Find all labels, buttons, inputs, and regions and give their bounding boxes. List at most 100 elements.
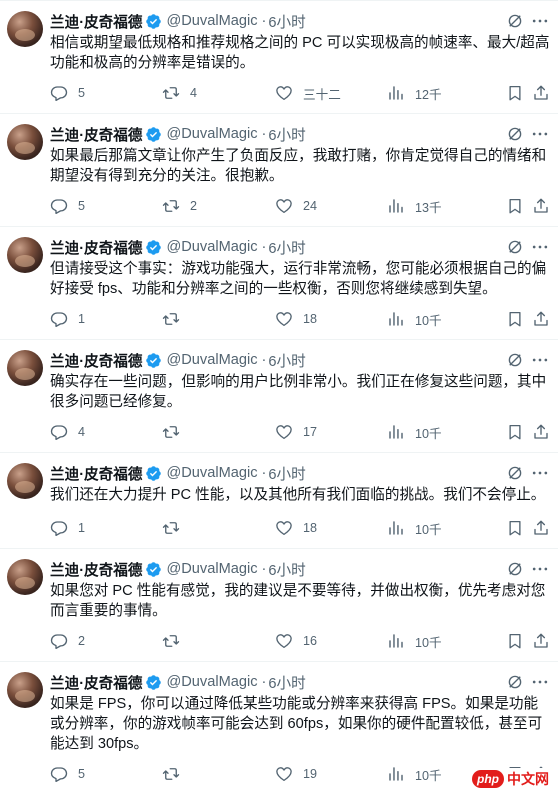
reply-count: 2 [78,634,86,648]
reply-button[interactable]: 5 [50,196,85,216]
tweet-time[interactable]: 6小时 [268,463,305,484]
avatar[interactable] [7,350,43,386]
grok-icon[interactable] [506,351,524,369]
author-name[interactable]: 兰迪·皮奇福德 [50,559,142,580]
tweet-time[interactable]: 6小时 [268,124,305,145]
views-button[interactable]: 10千 [387,309,442,329]
retweet-button[interactable]: 2 [162,196,197,216]
author-name[interactable]: 兰迪·皮奇福德 [50,124,142,145]
bookmark-button[interactable] [506,309,524,329]
more-icon[interactable] [530,463,550,483]
reply-button[interactable]: 1 [50,518,85,538]
tweet[interactable]: 兰迪·皮奇福德 @DuvalMagic · 6小时 相信或期望最低规格和推荐规格之间的 … [0,0,558,114]
author-name[interactable]: 兰迪·皮奇福德 [50,672,142,693]
bookmark-button[interactable] [506,422,524,442]
more-icon[interactable] [530,124,550,144]
author-handle[interactable]: @DuvalMagic [166,465,257,481]
tweet-time[interactable]: 6小时 [268,11,305,32]
like-button[interactable]: 24 [275,196,317,216]
author-name[interactable]: 兰迪·皮奇福德 [50,463,142,484]
avatar[interactable] [7,11,43,47]
tweet-time[interactable]: 6小时 [268,672,305,693]
like-button[interactable]: 三十二 [275,83,341,103]
bookmark-button[interactable] [506,196,524,216]
views-button[interactable]: 10千 [387,518,442,538]
share-button[interactable] [532,83,550,103]
views-button[interactable]: 10千 [387,422,442,442]
author-handle[interactable]: @DuvalMagic [166,13,257,29]
more-icon[interactable] [530,237,550,257]
more-icon[interactable] [530,672,550,692]
tweet-time[interactable]: 6小时 [268,237,305,258]
author-handle[interactable]: @DuvalMagic [166,561,257,577]
like-button[interactable]: 19 [275,764,317,784]
avatar[interactable] [7,559,43,595]
author-handle[interactable]: @DuvalMagic [166,239,257,255]
share-button[interactable] [532,309,550,329]
views-button[interactable]: 12千 [387,83,442,103]
grok-icon[interactable] [506,673,524,691]
separator-dot: · [261,352,267,368]
tweet-actions: 5 2 24 13千 [50,196,550,216]
more-icon[interactable] [530,559,550,579]
watermark-logo: php [472,770,504,788]
share-icon [532,423,550,441]
author-name[interactable]: 兰迪·皮奇福德 [50,350,142,371]
avatar[interactable] [7,237,43,273]
share-button[interactable] [532,631,550,651]
grok-icon[interactable] [506,12,524,30]
reply-icon [50,519,68,537]
tweet[interactable]: 兰迪·皮奇福德 @DuvalMagic · 6小时 如果您对 PC 性能有感觉，我的建议… [0,548,558,662]
like-button[interactable]: 17 [275,422,317,442]
retweet-button[interactable] [162,309,190,329]
reply-button[interactable]: 5 [50,83,85,103]
views-icon [387,519,405,537]
bookmark-button[interactable] [506,518,524,538]
author-name[interactable]: 兰迪·皮奇福德 [50,237,142,258]
tweet[interactable]: 兰迪·皮奇福德 @DuvalMagic · 6小时 确实存在一些问题，但影响的用户比例非… [0,339,558,453]
tweet-actions: 2 16 10千 [50,631,550,651]
reply-button[interactable]: 2 [50,631,85,651]
grok-icon[interactable] [506,464,524,482]
tweet[interactable]: 兰迪·皮奇福德 @DuvalMagic · 6小时 如果最后那篇文章让你产生了负面反应，… [0,113,558,227]
author-handle[interactable]: @DuvalMagic [166,126,257,142]
retweet-button[interactable]: 4 [162,83,197,103]
author-handle[interactable]: @DuvalMagic [166,352,257,368]
retweet-button[interactable] [162,518,190,538]
grok-icon[interactable] [506,238,524,256]
views-button[interactable]: 10千 [387,764,442,784]
reply-button[interactable]: 1 [50,309,85,329]
like-button[interactable]: 18 [275,309,317,329]
grok-icon[interactable] [506,125,524,143]
tweet-text: 但请接受这个事实：游戏功能强大，运行非常流畅，您可能必须根据自己的偏好接受 fp… [50,261,547,297]
tweet-time[interactable]: 6小时 [268,559,305,580]
reply-button[interactable]: 4 [50,422,85,442]
views-button[interactable]: 13千 [387,196,442,216]
verified-badge-icon [142,352,162,369]
more-icon[interactable] [530,11,550,31]
retweet-button[interactable] [162,631,190,651]
share-button[interactable] [532,422,550,442]
like-count: 18 [303,312,318,326]
share-button[interactable] [532,518,550,538]
retweet-button[interactable] [162,764,190,784]
tweet-time[interactable]: 6小时 [268,350,305,371]
tweet[interactable]: 兰迪·皮奇福德 @DuvalMagic · 6小时 我们还在大力提升 PC 性能，以及其… [0,452,558,549]
like-button[interactable]: 18 [275,518,317,538]
reply-button[interactable]: 5 [50,764,85,784]
like-button[interactable]: 16 [275,631,317,651]
author-handle[interactable]: @DuvalMagic [166,674,257,690]
retweet-button[interactable] [162,422,190,442]
avatar[interactable] [7,463,43,499]
more-icon[interactable] [530,350,550,370]
like-count: 17 [303,425,318,439]
bookmark-button[interactable] [506,83,524,103]
views-button[interactable]: 10千 [387,631,442,651]
bookmark-button[interactable] [506,631,524,651]
author-name[interactable]: 兰迪·皮奇福德 [50,11,142,32]
grok-icon[interactable] [506,560,524,578]
avatar[interactable] [7,672,43,708]
tweet[interactable]: 兰迪·皮奇福德 @DuvalMagic · 6小时 但请接受这个事实：游戏功能强大，运行… [0,226,558,340]
avatar[interactable] [7,124,43,160]
share-button[interactable] [532,196,550,216]
